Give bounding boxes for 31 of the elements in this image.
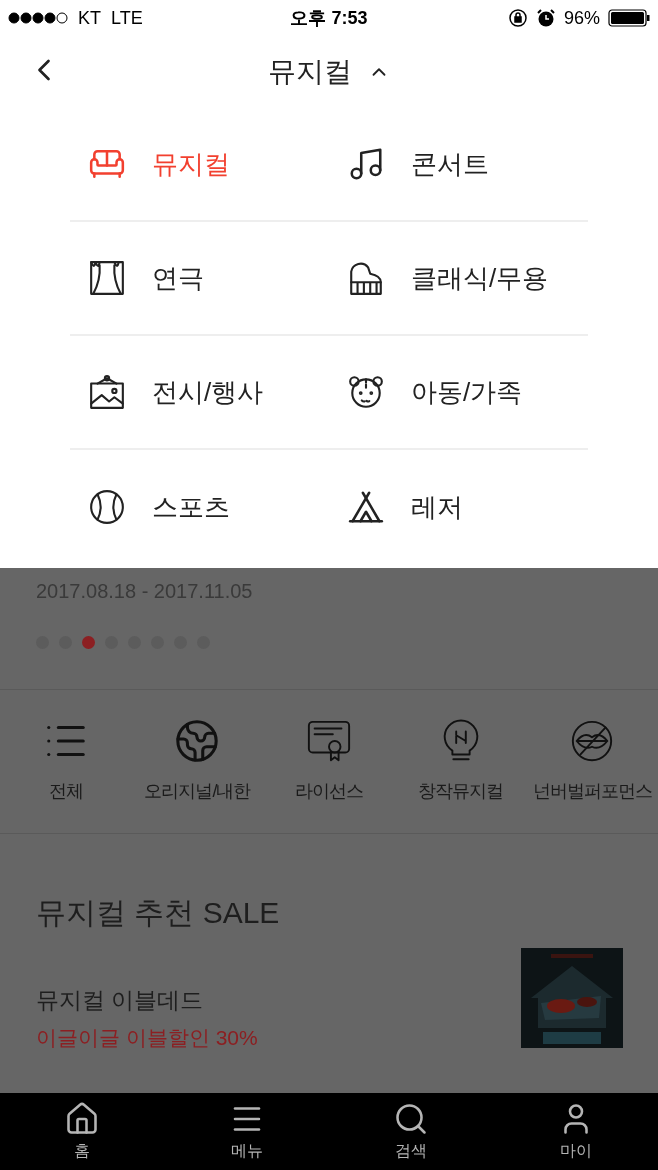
tab-bar-item[interactable]: 홈 (0, 1093, 165, 1170)
category-dropdown[interactable]: 뮤지컬 (268, 51, 390, 93)
genre-icon (306, 718, 352, 764)
genre-icon (174, 718, 221, 764)
category-icon (347, 488, 385, 526)
network-type: LTE (111, 6, 143, 30)
clock: 오후 7:53 (290, 6, 368, 30)
sale-discount: 이글이글 이블할인 30% (36, 1024, 259, 1051)
category-icon (88, 488, 126, 526)
category-item[interactable]: 스포츠 (70, 487, 329, 527)
rotation-lock-icon (507, 8, 528, 28)
carrier: KT (78, 6, 101, 30)
battery-icon (608, 9, 650, 27)
category-icon (88, 259, 126, 297)
category-item[interactable]: 콘서트 (329, 144, 588, 184)
category-item[interactable]: 클래식/무용 (329, 258, 588, 298)
signal-icon (8, 12, 68, 24)
section-title: 뮤지컬 추천 SALE (36, 895, 281, 931)
tab-bar-item[interactable]: 마이 (493, 1093, 658, 1170)
category-item[interactable]: 연극 (70, 258, 329, 298)
tab-bar-item[interactable]: 검색 (329, 1093, 494, 1170)
alarm-icon (535, 8, 556, 28)
category-item[interactable]: 전시/행사 (70, 372, 329, 412)
category-item[interactable]: 뮤지컬 (70, 144, 329, 184)
category-icon (347, 373, 385, 411)
battery-percent: 96% (563, 6, 600, 30)
tab-bar-item[interactable]: 메뉴 (164, 1093, 329, 1170)
category-item[interactable]: 레저 (329, 487, 588, 527)
sale-title: 뮤지컬 이블데드 (36, 986, 205, 1015)
category-item[interactable]: 아동/가족 (329, 372, 588, 412)
category-icon (88, 373, 126, 411)
